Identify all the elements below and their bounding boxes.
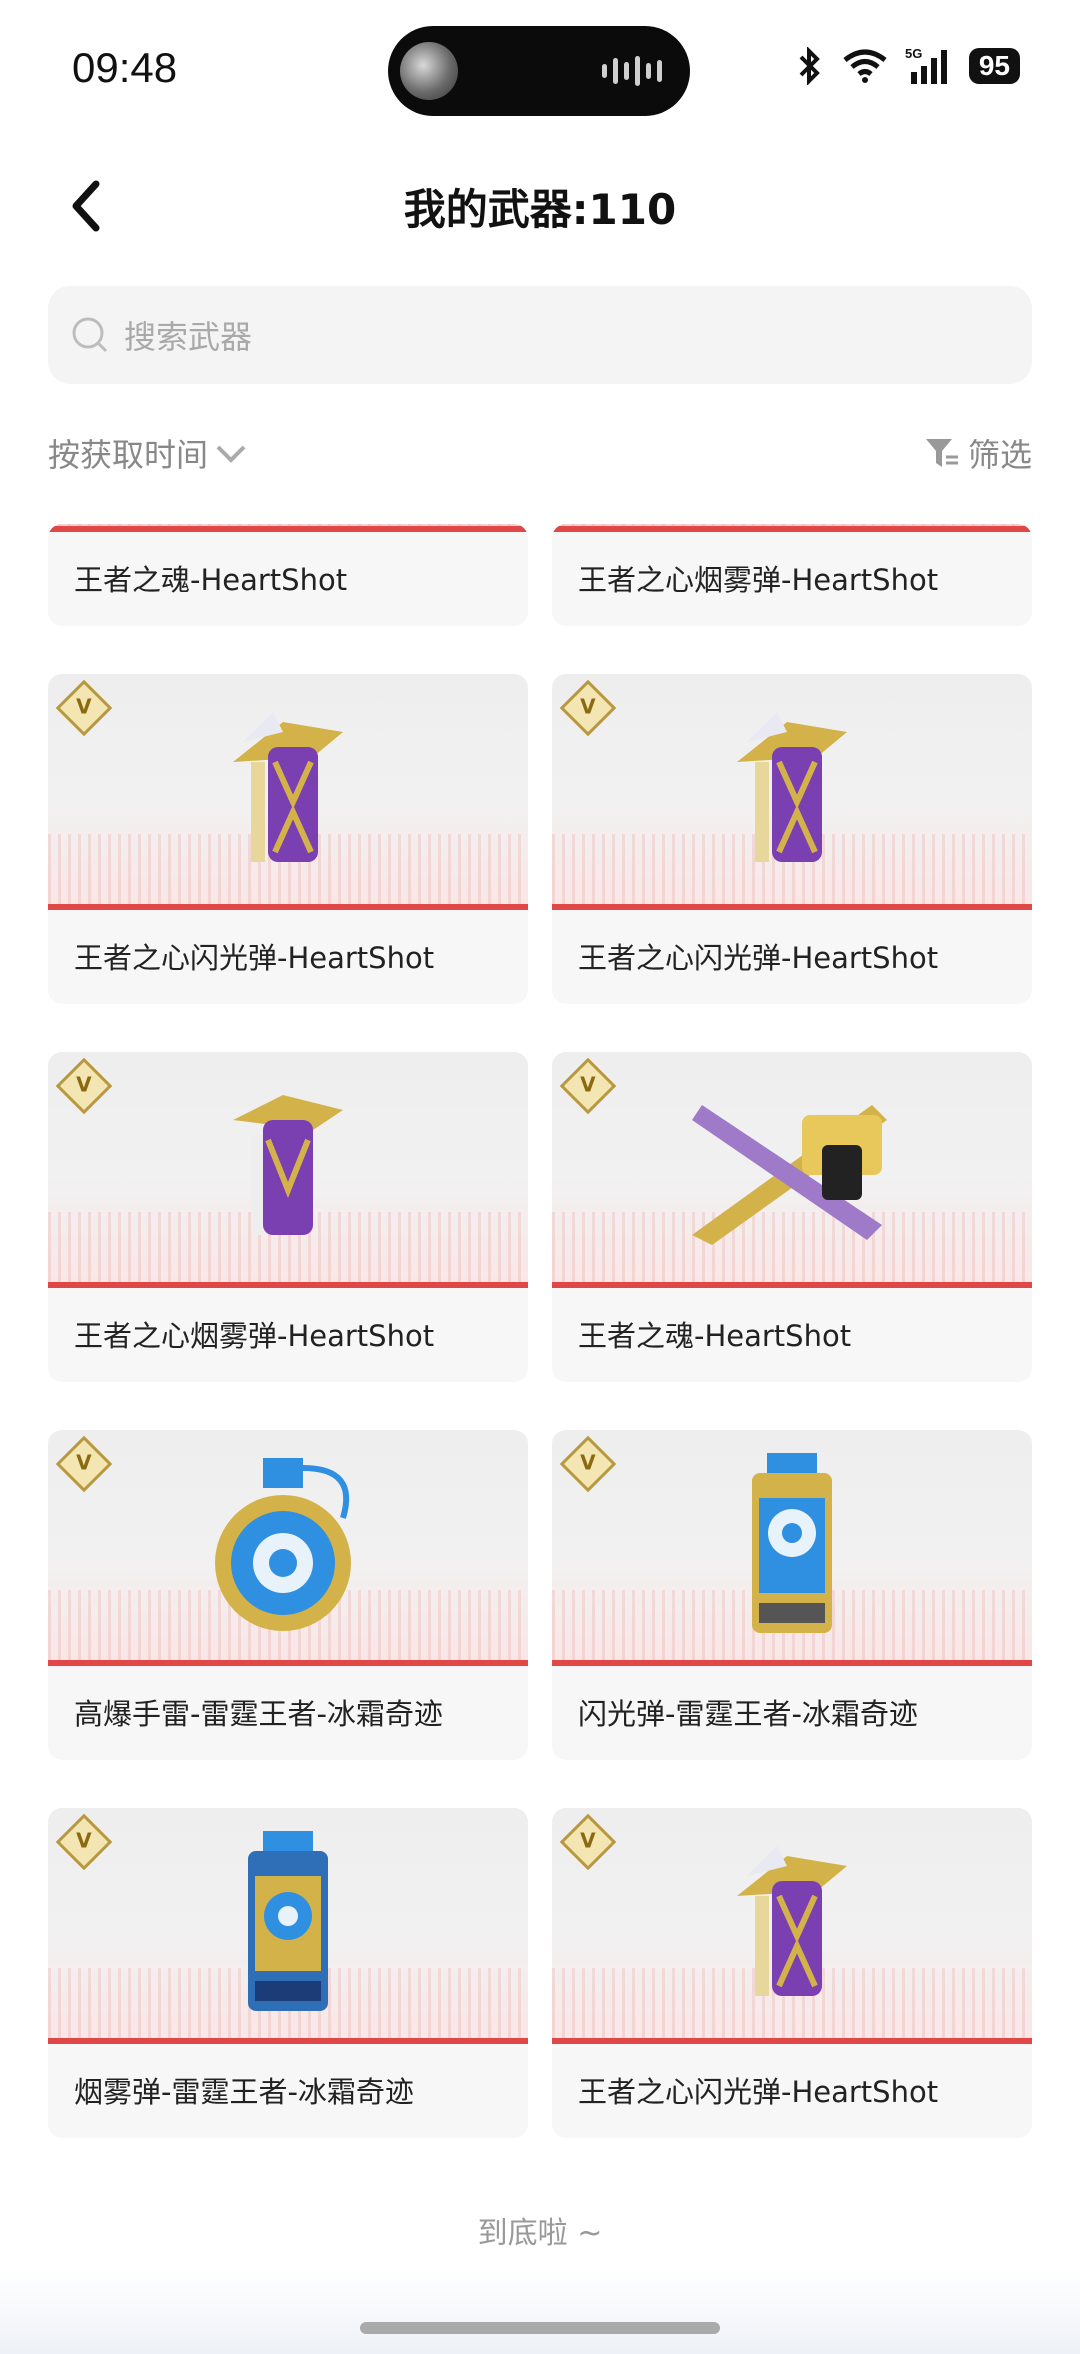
weapon-card[interactable]: 王者之魂-HeartShot [48,524,528,626]
weapon-art-purple-smoke [223,1080,353,1254]
v-badge-icon: V [559,1435,617,1493]
weapon-card[interactable]: 王者之心烟雾弹-HeartShot [552,524,1032,626]
chevron-down-icon [216,445,246,463]
weapon-card[interactable]: V 闪光弹-雷霆王者-冰霜奇迹 [552,1430,1032,1760]
dynamic-island[interactable] [388,26,690,116]
filter-icon [925,439,958,467]
signal-icon: 5G [905,46,947,84]
weapon-art-blue-grenade [208,1448,368,1642]
v-badge-icon: V [559,679,617,737]
badge-letter: V [580,1072,596,1097]
badge-letter: V [580,1828,596,1853]
search-icon [72,317,108,353]
weapon-art-purple-canister [717,1836,867,2010]
page-title: 我的武器:110 [403,185,677,234]
weapon-image: V [48,674,528,910]
sort-label: 按获取时间 [48,436,209,474]
end-of-list-text: 到底啦 ~ [477,2216,603,2251]
badge-letter: V [76,1828,92,1853]
weapon-image: V [552,674,1032,910]
badge-letter: V [580,1450,596,1475]
status-icons: 5G 95 [795,46,1020,86]
badge-letter: V [76,1450,92,1475]
battery-indicator: 95 [968,48,1020,84]
filter-label: 筛选 [967,436,1032,474]
weapon-card[interactable]: V 高爆手雷-雷霆王者-冰霜奇迹 [48,1430,528,1760]
weapon-card[interactable]: V 王者之心闪光弹-HeartShot [48,674,528,1004]
weapon-art-blue-smoke [233,1826,343,2020]
search-input[interactable]: 搜索武器 [48,286,1032,384]
weapon-name: 高爆手雷-雷霆王者-冰霜奇迹 [74,1697,443,1731]
v-badge-icon: V [55,1813,113,1871]
weapon-image-strip [552,524,1032,532]
weapon-art-purple-canister [213,702,363,876]
weapon-art-purple-canister [717,702,867,876]
v-badge-icon: V [559,1813,617,1871]
filter-button[interactable]: 筛选 [924,430,1032,476]
weapon-name: 王者之心闪光弹-HeartShot [578,941,939,975]
v-badge-icon: V [55,1435,113,1493]
weapon-name: 闪光弹-雷霆王者-冰霜奇迹 [578,1697,918,1731]
wifi-icon [843,49,887,83]
weapon-card[interactable]: V 烟雾弹-雷霆王者-冰霜奇迹 [48,1808,528,2138]
badge-letter: V [76,1072,92,1097]
badge-letter: V [76,694,92,719]
weapon-name: 王者之心闪光弹-HeartShot [74,941,435,975]
home-indicator[interactable] [360,2322,720,2334]
weapon-image-strip [48,524,528,532]
v-badge-icon: V [55,679,113,737]
status-time: 09:48 [72,44,178,91]
weapon-name: 王者之心烟雾弹-HeartShot [74,1319,435,1353]
weapon-name: 烟雾弹-雷霆王者-冰霜奇迹 [74,2075,414,2109]
weapon-image: V [48,1052,528,1288]
weapon-card[interactable]: V 王者之心闪光弹-HeartShot [552,674,1032,1004]
weapon-card[interactable]: V 王者之魂-HeartShot [552,1052,1032,1382]
weapon-image: V [48,1430,528,1666]
weapon-art-pistol [672,1075,912,1259]
v-badge-icon: V [559,1057,617,1115]
bottom-background [0,2270,1080,2354]
weapon-name: 王者之魂-HeartShot [74,563,348,597]
audio-wave-icon [602,56,662,86]
badge-letter: V [580,694,596,719]
nav-header: 我的武器:110 [0,140,1080,270]
search-placeholder: 搜索武器 [124,318,253,356]
weapon-image: V [552,1052,1032,1288]
weapon-image: V [48,1808,528,2044]
sort-dropdown[interactable]: 按获取时间 [48,430,248,476]
avatar [400,42,458,100]
sort-filter-row: 按获取时间 筛选 [48,430,1032,486]
weapon-name: 王者之魂-HeartShot [578,1319,852,1353]
weapon-image: V [552,1808,1032,2044]
bluetooth-icon [799,47,820,85]
weapon-art-blue-canister [737,1448,847,1642]
v-badge-icon: V [55,1057,113,1115]
weapon-image: V [552,1430,1032,1666]
weapon-name: 王者之心闪光弹-HeartShot [578,2075,939,2109]
svg-text:5G: 5G [905,46,922,61]
weapon-card[interactable]: V 王者之心烟雾弹-HeartShot [48,1052,528,1382]
weapon-name: 王者之心烟雾弹-HeartShot [578,563,939,597]
status-bar: 09:48 5G 95 [0,0,1080,140]
weapon-card[interactable]: V 王者之心闪光弹-HeartShot [552,1808,1032,2138]
